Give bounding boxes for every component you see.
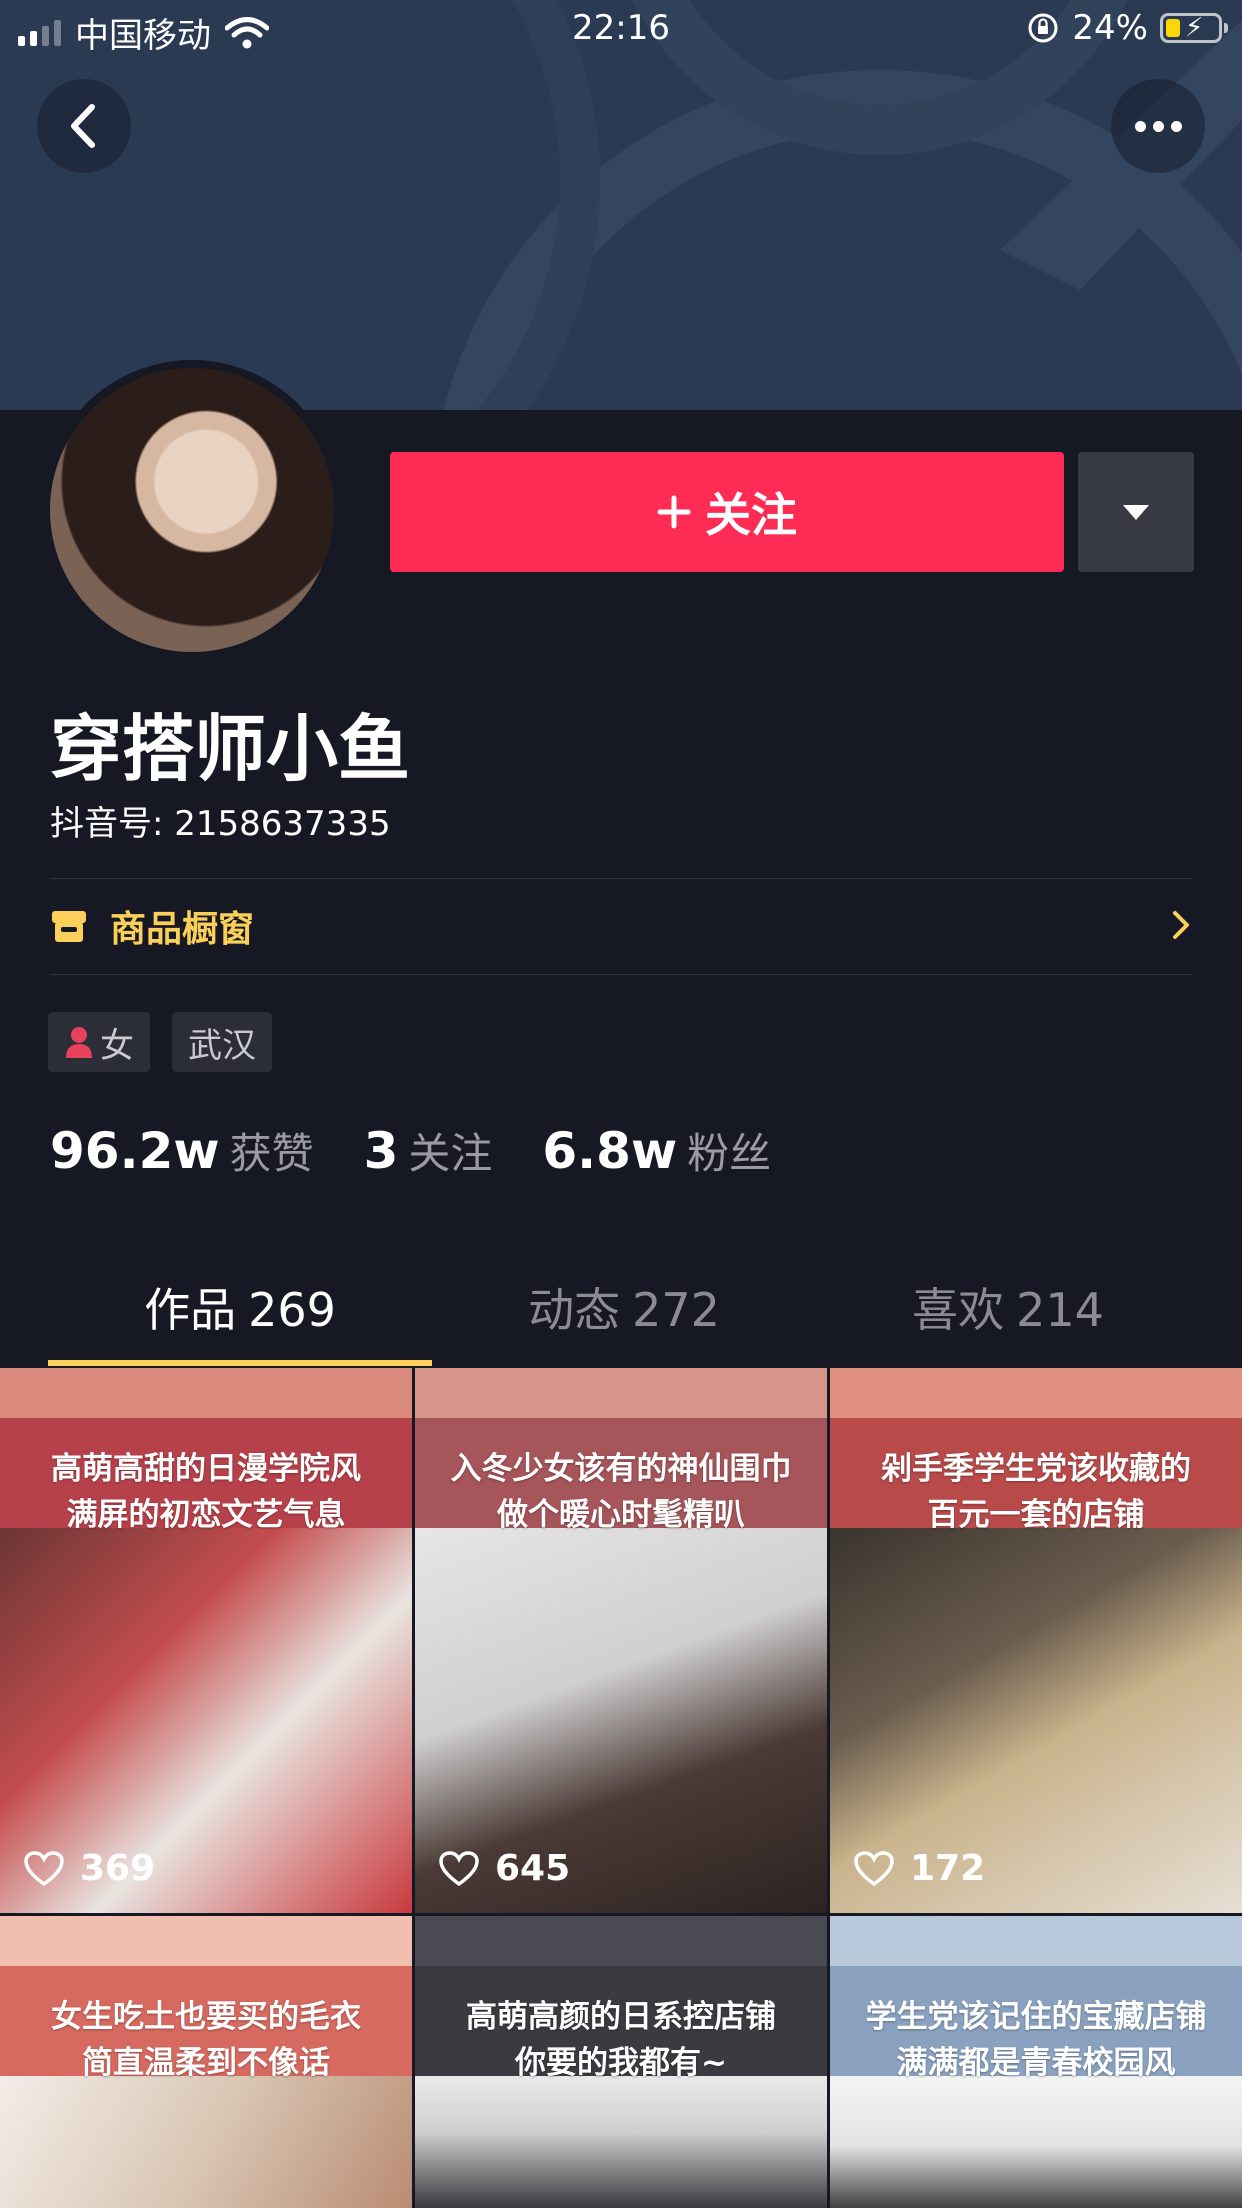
battery-icon: ⚡ [1160,13,1228,43]
more-dots-icon [1134,120,1182,132]
rotation-lock-icon [1028,13,1058,43]
caption-line: 做个暖心时髦精叭 [497,1497,745,1533]
city-tag: 武汉 [172,1012,272,1072]
caption-line: 高萌高颜的日系控店铺 [466,1999,776,2035]
caption-line: 百元一套的店铺 [927,1497,1145,1533]
back-button[interactable] [37,79,131,173]
tab-label: 动态 [528,1283,621,1337]
video-thumbnail[interactable]: 高萌高甜的日漫学院风 满屏的初恋文艺气息 369 [0,1368,412,1913]
video-thumbnail[interactable]: 女生吃土也要买的毛衣 简直温柔到不像话 [0,1916,412,2208]
avatar[interactable] [42,360,342,660]
video-caption: 学生党该记住的宝藏店铺 满满都是青春校园风 [830,1966,1242,2114]
followers-count[interactable]: 6.8w [542,1122,677,1180]
caption-line: 简直温柔到不像话 [82,2045,330,2081]
tab-label: 作品 [144,1283,237,1337]
female-icon [66,1027,92,1058]
followers-label[interactable]: 粉丝 [687,1120,771,1181]
video-grid: 高萌高甜的日漫学院风 满屏的初恋文艺气息 369 入冬少女该有的神仙围巾 做个暖… [0,1368,1242,2208]
likes-count: 96.2w [50,1122,220,1180]
like-count: 645 [439,1848,570,1889]
follow-button[interactable]: 关注 [390,452,1064,572]
tab-dynamics[interactable]: 动态 272 [432,1270,816,1366]
caption-line: 女生吃土也要买的毛衣 [51,1999,361,2035]
like-count: 369 [24,1848,155,1889]
caption-line: 你要的我都有~ [515,2045,727,2081]
heart-icon [439,1850,479,1886]
tab-count: 272 [632,1283,720,1337]
caption-line: 满满都是青春校园风 [896,2045,1176,2081]
caption-line: 高萌高甜的日漫学院风 [51,1451,361,1487]
likes-label: 获赞 [229,1129,314,1178]
plus-icon [657,495,691,529]
gender-tag: 女 [48,1012,150,1072]
nickname: 穿搭师小鱼 [50,707,411,791]
banner-pattern [443,0,1242,410]
tab-works[interactable]: 作品 269 [48,1270,432,1366]
caption-line: 剁手季学生党该收藏的 [881,1451,1191,1487]
avatar-image [50,368,334,652]
profile-tabs: 作品 269 动态 272 喜欢 214 [0,1270,1242,1366]
video-caption: 高萌高颜的日系控店铺 你要的我都有~ [415,1966,827,2114]
video-caption: 高萌高甜的日漫学院风 满屏的初恋文艺气息 [0,1418,412,1566]
tab-count: 269 [248,1283,336,1337]
video-caption: 入冬少女该有的神仙围巾 做个暖心时髦精叭 [415,1418,827,1566]
tab-label: 喜欢 [912,1283,1005,1337]
like-number: 369 [80,1848,156,1889]
caption-line: 学生党该记住的宝藏店铺 [865,1999,1207,2035]
follow-label: 关注 [705,488,797,542]
video-caption: 女生吃土也要买的毛衣 简直温柔到不像话 [0,1966,412,2114]
caption-line: 满屏的初恋文艺气息 [66,1497,346,1533]
divider [50,974,1192,975]
tab-liked[interactable]: 喜欢 214 [816,1270,1200,1366]
gender-label: 女 [100,1025,134,1066]
chevron-right-icon [1173,911,1189,939]
more-button[interactable] [1111,79,1205,173]
video-thumbnail[interactable]: 学生党该记住的宝藏店铺 满满都是青春校园风 [830,1916,1242,2208]
battery-percent: 24% [1072,8,1148,48]
like-count: 172 [854,1848,985,1889]
tab-count: 214 [1016,1283,1104,1337]
heart-icon [854,1850,894,1886]
video-thumbnail[interactable]: 剁手季学生党该收藏的 百元一套的店铺 172 [830,1368,1242,1913]
chevron-left-icon [71,104,95,148]
caption-line: 入冬少女该有的神仙围巾 [450,1451,792,1487]
video-caption: 剁手季学生党该收藏的 百元一套的店铺 [830,1418,1242,1566]
video-thumbnail[interactable]: 高萌高颜的日系控店铺 你要的我都有~ [415,1916,827,2208]
profile-stats: 96.2w 获赞 3 关注 6.8w 粉丝 [50,1120,821,1181]
video-thumbnail[interactable]: 入冬少女该有的神仙围巾 做个暖心时髦精叭 645 [415,1368,827,1913]
following-label[interactable]: 关注 [408,1120,492,1181]
recommend-dropdown-button[interactable] [1078,452,1194,572]
status-bar: 中国移动 22:16 24% ⚡ [0,0,1242,60]
shop-icon [52,911,86,942]
shop-window-label: 商品橱窗 [110,909,255,950]
douyin-id: 抖音号: 2158637335 [50,804,391,844]
following-count[interactable]: 3 [364,1122,399,1180]
like-number: 645 [495,1848,571,1889]
shop-window-row[interactable]: 商品橱窗 [50,878,1192,974]
heart-icon [24,1850,64,1886]
city-label: 武汉 [188,1025,256,1066]
like-number: 172 [910,1848,986,1889]
profile-banner: 中国移动 22:16 24% ⚡ [0,0,1242,410]
caret-down-icon [1123,505,1149,520]
